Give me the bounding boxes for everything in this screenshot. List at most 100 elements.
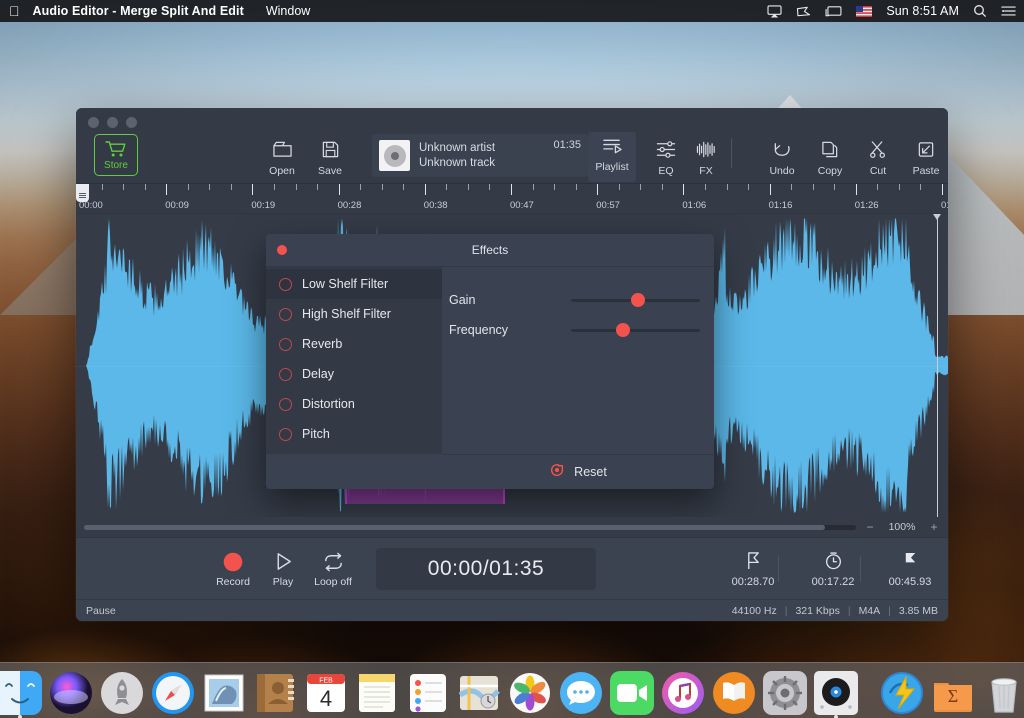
dock-item-finder[interactable]	[0, 671, 42, 715]
ruler-tick-minor	[317, 184, 319, 190]
flag-outline-icon	[745, 550, 762, 572]
dock-item-itunes[interactable]	[661, 671, 705, 715]
radio-icon[interactable]	[279, 307, 292, 321]
dock-item-mail[interactable]	[202, 671, 246, 715]
dock-item-trash[interactable]	[982, 671, 1024, 715]
ruler-tick-minor	[748, 184, 750, 190]
store-button[interactable]: Store	[94, 134, 138, 176]
control-center-icon[interactable]	[1001, 5, 1016, 17]
radio-icon[interactable]	[279, 277, 292, 291]
dock-item-ibooks[interactable]	[712, 671, 756, 715]
marker-start-time: 00:28.70	[731, 575, 775, 588]
ruler-tick-minor	[898, 184, 900, 190]
play-button[interactable]: Play	[258, 550, 308, 588]
effects-list-item[interactable]: Reverb	[266, 329, 442, 359]
menubar-item-window[interactable]: Window	[266, 4, 310, 18]
dock-item-system-preferences[interactable]	[763, 671, 807, 715]
radio-icon[interactable]	[279, 367, 292, 381]
minimize-button[interactable]	[107, 117, 118, 128]
playhead-marker[interactable]	[933, 214, 941, 517]
save-button[interactable]: Save	[306, 136, 354, 177]
open-button[interactable]: Open	[258, 136, 306, 177]
effects-slider[interactable]	[571, 293, 700, 307]
cut-button[interactable]: Cut	[854, 136, 902, 177]
paste-button[interactable]: Paste	[902, 136, 948, 177]
ruler-tick-label: 01:06	[682, 200, 707, 211]
flag-us-icon[interactable]	[856, 5, 873, 17]
album-art-icon	[379, 140, 410, 171]
fx-button[interactable]: FX	[682, 136, 730, 177]
ruler-tick-minor	[381, 184, 383, 190]
zoom-in-button[interactable]: +	[928, 520, 940, 534]
dock-item-app-lightning[interactable]	[880, 671, 924, 715]
dock-item-safari[interactable]	[151, 671, 195, 715]
vpn-icon[interactable]	[796, 5, 811, 18]
search-icon[interactable]	[973, 4, 987, 18]
slider-thumb[interactable]	[615, 323, 630, 337]
radio-icon[interactable]	[279, 397, 292, 411]
copy-button[interactable]: Copy	[806, 136, 854, 177]
track-artist: Unknown artist	[419, 142, 496, 154]
zoom-button[interactable]	[126, 117, 137, 128]
horizontal-scrollbar[interactable]	[84, 524, 856, 530]
ruler-tick-minor	[403, 184, 405, 190]
dock-item-launchpad[interactable]	[100, 671, 144, 715]
zoom-level-label: 100%	[888, 521, 916, 533]
effects-list-item[interactable]: High Shelf Filter	[266, 299, 442, 329]
slider-thumb[interactable]	[631, 293, 646, 307]
effects-list-item[interactable]: Delay	[266, 359, 442, 389]
ruler-playhead-handle[interactable]	[76, 184, 89, 202]
waveform-area[interactable]: Effects Low Shelf Filter High Shelf Filte…	[76, 214, 948, 517]
fx-button-label: FX	[699, 165, 713, 177]
effects-controls: Gain Frequency	[442, 267, 714, 454]
menubar-clock[interactable]: Sun 8:51 AM	[886, 4, 959, 18]
track-info-panel[interactable]: Unknown artist Unknown track 01:35	[372, 134, 588, 177]
airplay-icon[interactable]	[767, 4, 782, 18]
close-button[interactable]	[88, 117, 99, 128]
effects-list-item[interactable]: Low Shelf Filter	[266, 269, 442, 299]
dock-item-messages[interactable]	[559, 671, 603, 715]
zoom-out-button[interactable]: −	[864, 520, 876, 534]
dock-item-contacts[interactable]	[253, 671, 297, 715]
dock-item-notes[interactable]	[355, 671, 399, 715]
apple-logo-icon[interactable]: 	[9, 4, 20, 18]
dock-item-photos[interactable]	[508, 671, 552, 715]
radio-icon[interactable]	[279, 337, 292, 351]
dock-item-calendar[interactable]: FEB 4	[304, 671, 348, 715]
ruler-tick-label: 00:47	[510, 200, 534, 211]
marker-duration[interactable]: 00:17.22	[794, 550, 872, 588]
ruler-tick-minor	[230, 184, 232, 190]
slider-track	[571, 328, 700, 332]
status-separator-3: |	[888, 604, 891, 617]
ruler-tick-minor	[554, 184, 556, 190]
dock-item-facetime[interactable]	[610, 671, 654, 715]
playlist-button[interactable]: Playlist	[588, 132, 636, 182]
effects-slider[interactable]	[571, 323, 700, 337]
display-icon[interactable]	[825, 5, 842, 18]
menu-bar:  Audio Editor - Merge Split And Edit Wi…	[0, 0, 1024, 22]
effects-reset-button[interactable]: Reset	[442, 454, 714, 489]
loop-button[interactable]: Loop off	[308, 550, 358, 588]
marker-end[interactable]: 00:45.93	[871, 550, 948, 588]
dock-item-maps[interactable]	[457, 671, 501, 715]
menubar-app-title[interactable]: Audio Editor - Merge Split And Edit	[33, 4, 244, 18]
waveform-icon	[695, 136, 717, 162]
undo-button[interactable]: Undo	[758, 136, 806, 177]
effects-list-item[interactable]: Distortion	[266, 389, 442, 419]
marker-duration-time: 00:17.22	[811, 575, 855, 588]
dock-item-siri[interactable]	[49, 671, 93, 715]
dock: FEB 4 Σ	[0, 662, 1024, 718]
effects-close-button[interactable]	[277, 245, 287, 255]
timeline-ruler[interactable]: 00:00 00:09 00:19 00:28 00:38 00:47 00:57 01:06…	[76, 184, 948, 214]
ruler-tick-major	[597, 184, 599, 195]
marker-start[interactable]: 00:28.70	[714, 550, 792, 588]
dock-item-reminders[interactable]	[406, 671, 450, 715]
record-button[interactable]: Record	[208, 550, 258, 588]
dock-item-audio-editor[interactable]	[814, 671, 858, 715]
track-metadata: Unknown artist Unknown track	[419, 142, 495, 169]
status-file-info: 44100 Hz | 321 Kbps | M4A | 3.85 MB	[732, 605, 938, 617]
radio-icon[interactable]	[279, 427, 292, 441]
dock-item-folder-sigma[interactable]: Σ	[931, 671, 975, 715]
effects-list-item[interactable]: Pitch	[266, 419, 442, 449]
effects-list: Low Shelf Filter High Shelf Filter Reverb D…	[266, 267, 442, 454]
